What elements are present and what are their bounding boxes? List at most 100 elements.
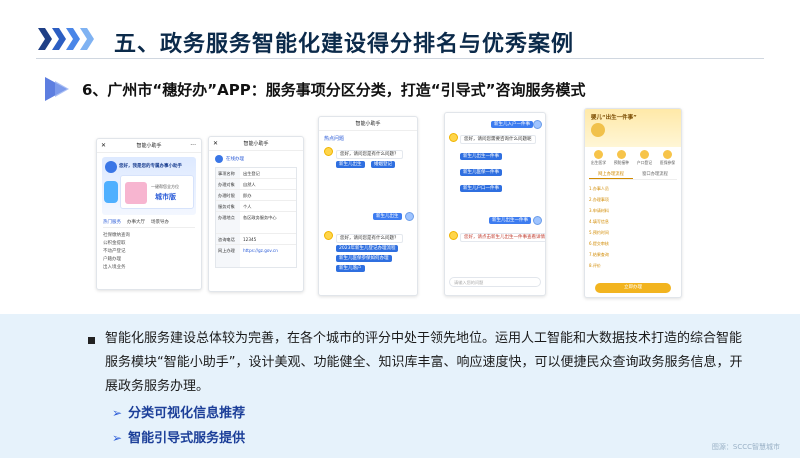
row-key: 服务对象 — [216, 201, 240, 211]
subheading-text: 6、广州市“穗好办”APP：服务事项分区分类，打造“引导式”咨询服务模式 — [82, 81, 586, 99]
list-item[interactable]: 不动产登记 — [103, 248, 195, 256]
bot-message: 您好，请问您是有什么问题？ — [336, 150, 403, 159]
row-key: 事项名称 — [216, 168, 240, 178]
screen-header: 智能小助手 — [319, 117, 417, 131]
step-item: 3.申请材料 — [589, 208, 609, 213]
service-icon[interactable]: 医保参保 — [660, 150, 675, 166]
apply-button-label: 立即办理 — [624, 285, 642, 290]
source-watermark: 图源：SCCC智慧城市 — [711, 443, 780, 451]
service-icon[interactable]: 出生医学 — [591, 150, 606, 166]
option-button[interactable]: 新生儿落户 — [336, 265, 365, 272]
bot-avatar — [449, 133, 458, 142]
menu-label[interactable]: 在线办理 — [226, 156, 244, 162]
arrow-right-icon: ➢ — [112, 406, 123, 420]
screenshot-birth-service: 婴儿“出生一件事” 出生医学 预防接种 户口登记 医保参保 网上办理流程 窗口办… — [584, 108, 682, 298]
tab-online[interactable]: 网上办理流程 — [589, 171, 633, 179]
user-message: 新生儿出生 — [373, 213, 402, 220]
screenshot-item-detail: ✕ 智能小助手 在线办理 事项名称 出生登记 办理对象 自然人 办理时限 即办 服务对… — [208, 136, 304, 292]
feature-label: 分类可视化信息推荐 — [128, 406, 246, 421]
service-icon[interactable]: 预防接种 — [614, 150, 629, 166]
chevron-icon — [52, 28, 66, 50]
tab-hall[interactable]: 办事大厅 — [127, 219, 145, 225]
list-item[interactable]: 公积金提取 — [103, 240, 195, 248]
option-button[interactable]: 2023年新生儿登记办理流程 — [336, 245, 399, 252]
icon-label: 医保参保 — [659, 160, 676, 165]
bot-message: 您好，请问您需要咨询什么问题呢 — [460, 135, 536, 144]
feature-item: ➢ 分类可视化信息推荐 — [112, 402, 245, 421]
row-key: 办理对象 — [216, 179, 240, 189]
screen-title: 智能小助手 — [136, 143, 162, 149]
row-link[interactable]: https://gz.gov.cn — [240, 245, 278, 267]
close-icon: ✕ — [213, 140, 219, 147]
step-item: 4.填写信息 — [589, 219, 609, 224]
tab-scenario[interactable]: 场景导办 — [151, 219, 169, 225]
bot-avatar — [324, 231, 333, 240]
list-item[interactable]: 户籍办理 — [103, 256, 195, 264]
input-placeholder: 请输入您的问题 — [454, 280, 484, 285]
step-item: 7.结果查询 — [589, 252, 609, 257]
row-key: 办理时限 — [216, 190, 240, 200]
icon-label: 户口登记 — [636, 160, 653, 165]
option-button[interactable]: 新生儿医保参保如何办理 — [336, 255, 392, 262]
option-button[interactable]: 新生儿出生 — [336, 161, 365, 168]
row-value: 出生登记 — [243, 171, 260, 176]
list-item[interactable]: 社保缴纳查询 — [103, 232, 195, 240]
chat-input[interactable]: 请输入您的问题 — [449, 277, 541, 287]
step-item: 8.评价 — [589, 263, 601, 268]
hot-label: 热点问题 — [324, 136, 345, 142]
icon-label: 预防接种 — [613, 160, 630, 165]
summary-panel: 智能化服务建设总体较为完善，在各个城市的评分中处于领先地位。运用人工智能和大数据… — [0, 314, 800, 458]
subheading: 6、广州市“穗好办”APP：服务事项分区分类，打造“引导式”咨询服务模式 — [45, 77, 765, 101]
service-title: 婴儿“出生一件事” — [591, 115, 637, 121]
step-list: 1.办事人员 2.办理事项 3.申请材料 4.填写信息 5.预约时间 6.提交审… — [589, 183, 677, 271]
option-button[interactable]: 新生儿医保一件事 — [460, 169, 502, 176]
robot-icon — [105, 161, 117, 173]
slide-title: 五、政务服务智能化建设得分排名与优秀案例 — [114, 32, 575, 57]
icon-row: 出生医学 预防接种 户口登记 医保参保 — [585, 147, 681, 169]
close-icon: ✕ — [101, 142, 107, 149]
robot-icon — [215, 155, 223, 163]
screenshot-guided-chat: 新生儿入户一件事 您好，请问您需要咨询什么问题呢 新生儿出生一件事 新生儿医保一… — [444, 112, 546, 296]
option-button[interactable]: 新生儿户口一件事 — [460, 185, 502, 192]
icon-label: 出生医学 — [590, 160, 607, 165]
table-row: 咨询电话 12345 — [216, 234, 296, 245]
city-label: 城市版 — [155, 193, 176, 201]
row-value: 即办 — [243, 193, 252, 198]
bot-message: 您好，请问您是有什么问题？ — [336, 234, 403, 243]
arrow-right-icon: ➢ — [112, 431, 123, 445]
table-row: 办理地点 各区政务服务中心 — [216, 212, 296, 234]
service-icon[interactable]: 户口登记 — [637, 150, 652, 166]
chevron-icon — [66, 28, 80, 50]
step-item: 6.提交审核 — [589, 241, 609, 246]
app-screenshots: ✕ 智能小助手 ··· 您好，我是您的专属办事小助手 一键帮您全方位 城市版 热… — [82, 108, 722, 308]
chevron-icon — [38, 28, 52, 50]
step-item: 2.办理事项 — [589, 197, 609, 202]
more-icon: ··· — [190, 142, 196, 149]
tab-bar: 热门服务 办事大厅 场景导办 — [103, 219, 195, 228]
assistant-banner: 您好，我是您的专属办事小助手 一键帮您全方位 城市版 — [102, 157, 196, 215]
summary-content: 智能化服务建设总体较为完善，在各个城市的评分中处于领先地位。运用人工智能和大数据… — [60, 314, 800, 458]
user-avatar — [533, 120, 542, 129]
option-button[interactable]: 婚姻登记 — [371, 161, 395, 168]
city-card-line: 一键帮您全方位 — [151, 184, 179, 189]
user-avatar — [405, 212, 414, 221]
row-value: 12345 — [243, 237, 257, 242]
feature-item: ➢ 智能引导式服务提供 — [112, 427, 245, 446]
detail-table: 事项名称 出生登记 办理对象 自然人 办理时限 即办 服务对象 个人 办理地点 各区政务服… — [215, 167, 297, 268]
slide-header: 五、政务服务智能化建设得分排名与优秀案例 — [0, 0, 800, 59]
row-value: 各区政务服务中心 — [243, 215, 277, 220]
title-divider — [36, 58, 764, 59]
tab-window[interactable]: 窗口办理流程 — [633, 171, 677, 179]
screenshot-hot-questions: 智能小助手 热点问题 您好，请问您是有什么问题？ 新生儿出生 婚姻登记 新生儿出… — [318, 116, 418, 296]
robot-figure — [104, 181, 118, 203]
screen-header: ✕ 智能小助手 — [209, 137, 303, 151]
square-bullet-icon — [88, 337, 95, 344]
table-row: 事项名称 出生登记 — [216, 168, 296, 179]
greeting: 您好，我是您的专属办事小助手 — [119, 164, 182, 169]
table-row: 网上办理 https://gz.gov.cn — [216, 245, 296, 267]
list-item[interactable]: 出入境业务 — [103, 264, 195, 272]
option-button[interactable]: 新生儿出生一件事 — [460, 153, 502, 160]
tab-hot[interactable]: 热门服务 — [103, 219, 121, 225]
apply-button[interactable]: 立即办理 — [595, 283, 671, 293]
screen-header: ✕ 智能小助手 ··· — [97, 139, 201, 153]
